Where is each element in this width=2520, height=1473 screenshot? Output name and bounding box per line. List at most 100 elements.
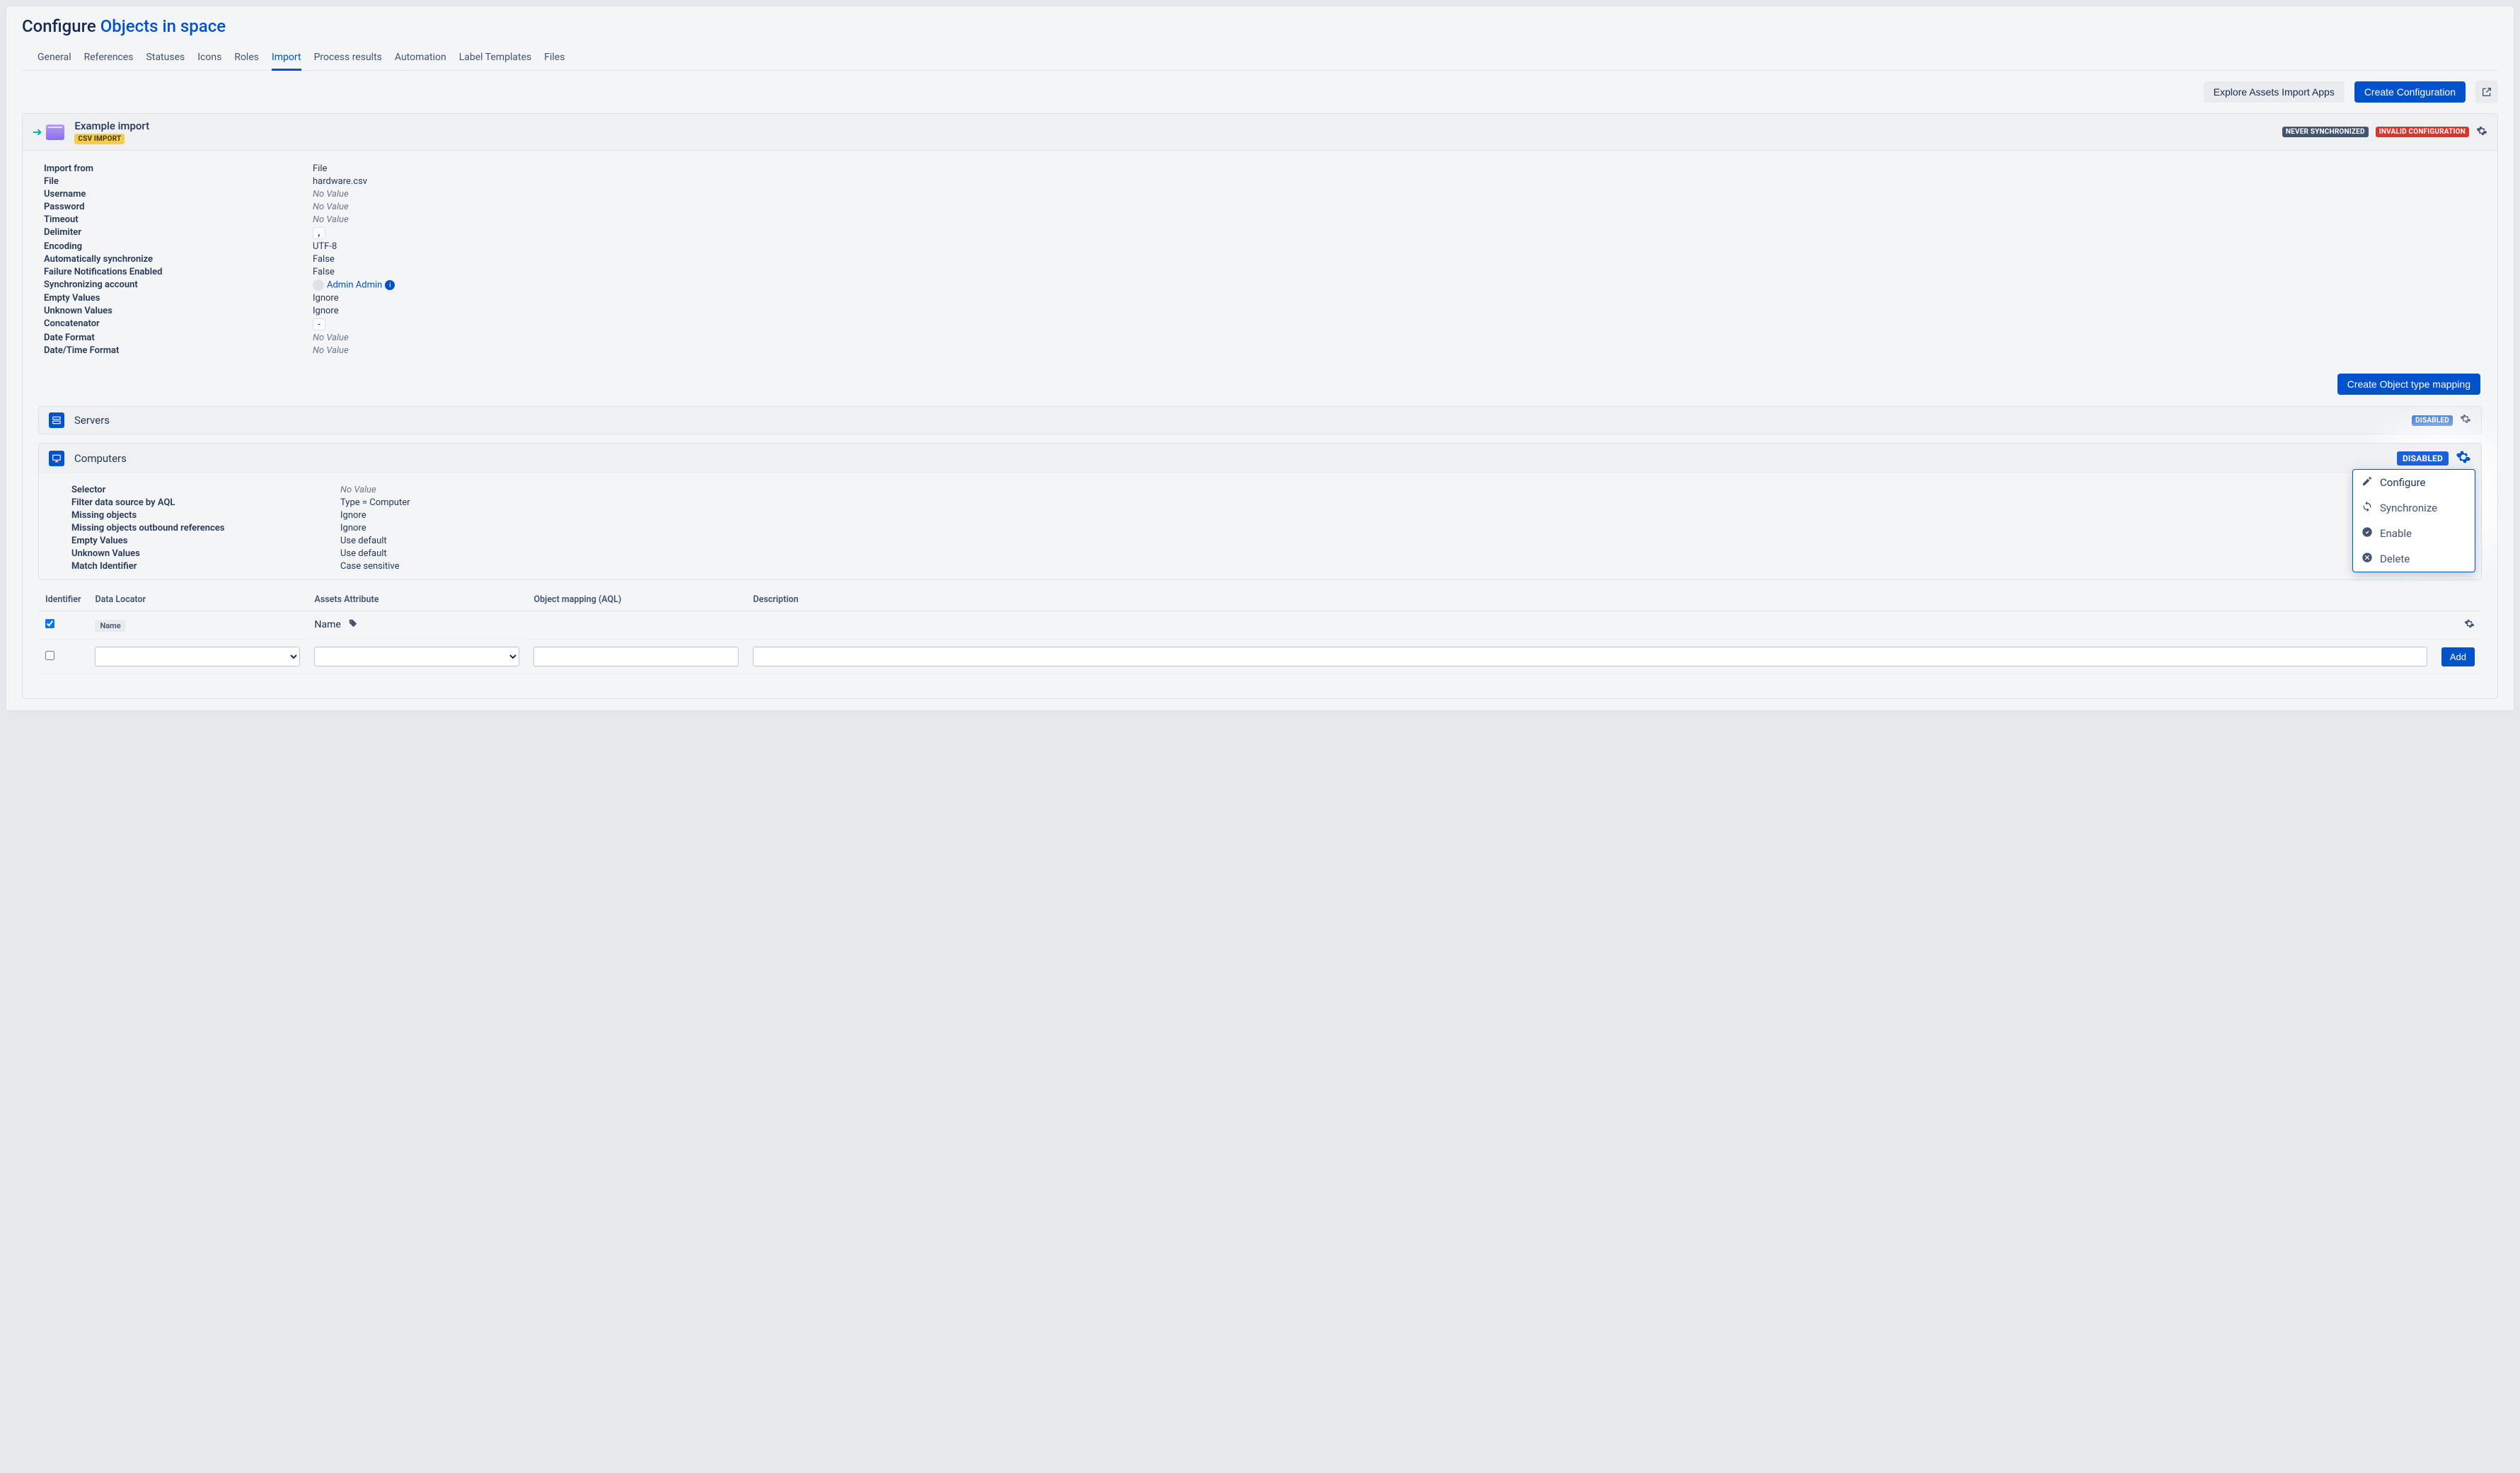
field-value: Ignore (340, 510, 366, 521)
field-row: TimeoutNo Value (44, 213, 2480, 226)
gear-icon[interactable] (2460, 413, 2471, 427)
field-label: Failure Notifications Enabled (44, 267, 313, 277)
field-label: Concatenator (44, 318, 313, 330)
assets-attribute-select[interactable] (314, 647, 519, 666)
title-prefix: Configure (22, 16, 96, 36)
field-row: Delimiter, (44, 226, 2480, 240)
col-assets-attribute: Assets Attribute (307, 589, 526, 611)
field-row: Concatenator- (44, 317, 2480, 331)
import-title-block: Example import CSV IMPORT (74, 120, 149, 144)
field-row: Automatically synchronizeFalse (44, 253, 2480, 265)
menu-item-enable[interactable]: Enable (2353, 521, 2475, 546)
toolbar: Explore Assets Import Apps Create Config… (6, 71, 2514, 113)
menu-item-delete[interactable]: Delete (2353, 546, 2475, 572)
field-row: Failure Notifications EnabledFalse (44, 265, 2480, 278)
field-label: Filter data source by AQL (71, 497, 340, 508)
info-icon[interactable]: i (385, 280, 395, 290)
user-link[interactable]: Admin Admin (327, 279, 382, 290)
field-value: Ignore (313, 306, 339, 316)
tab-import[interactable]: Import (272, 47, 301, 71)
computers-section-content: SelectorNo ValueFilter data source by AQ… (38, 473, 2482, 580)
tab-statuses[interactable]: Statuses (146, 47, 185, 70)
field-row: UsernameNo Value (44, 187, 2480, 200)
field-value: No Value (313, 214, 349, 225)
attribute-mapping-table: Identifier Data Locator Assets Attribute… (38, 589, 2482, 674)
menu-item-configure[interactable]: Configure (2353, 470, 2475, 495)
tab-roles[interactable]: Roles (234, 47, 259, 70)
servers-section-header[interactable]: Servers DISABLED (38, 406, 2482, 434)
field-label: Password (44, 202, 313, 212)
field-value: No Value (340, 485, 376, 495)
explore-apps-button[interactable]: Explore Assets Import Apps (2204, 81, 2345, 103)
field-label: Date Format (44, 333, 313, 343)
menu-item-label: Delete (2380, 553, 2410, 565)
table-row: Name Name (38, 611, 2482, 640)
field-value: Case sensitive (340, 561, 400, 572)
tab-icons[interactable]: Icons (197, 47, 221, 70)
field-label: Match Identifier (71, 561, 340, 572)
import-panel-header: ➔ Example import CSV IMPORT NEVER SYNCHR… (23, 114, 2497, 151)
import-type-lozenge: CSV IMPORT (74, 134, 125, 144)
menu-item-label: Enable (2380, 527, 2412, 540)
tab-references[interactable]: References (84, 47, 134, 70)
field-label: File (44, 176, 313, 187)
data-locator-chip: Name (95, 620, 125, 632)
field-value: No Value (313, 333, 349, 343)
field-value: Type = Computer (340, 497, 410, 508)
identifier-checkbox[interactable] (45, 619, 54, 628)
description-input[interactable] (753, 647, 2427, 666)
gear-icon[interactable] (2464, 620, 2475, 632)
tab-process-results[interactable]: Process results (314, 47, 382, 70)
identifier-checkbox[interactable] (45, 651, 54, 660)
field-value: hardware.csv (313, 176, 367, 187)
import-box-icon: ➔ (33, 125, 64, 140)
menu-item-synchronize[interactable]: Synchronize (2353, 495, 2475, 521)
field-label: Missing objects (71, 510, 340, 521)
field-label: Missing objects outbound references (71, 523, 340, 533)
field-value: , (313, 227, 325, 239)
col-description: Description (746, 589, 2434, 611)
field-value: No Value (313, 189, 349, 200)
field-label: Timeout (44, 214, 313, 225)
field-value: Use default (340, 548, 387, 559)
tab-label-templates[interactable]: Label Templates (459, 47, 532, 70)
assets-attribute-value: Name (314, 619, 340, 630)
open-external-icon[interactable] (2475, 81, 2498, 103)
field-row: Import fromFile (44, 162, 2480, 175)
title-schema-name: Objects in space (100, 16, 226, 36)
invalid-configuration-lozenge: INVALID CONFIGURATION (2376, 127, 2469, 137)
add-button[interactable]: Add (2441, 647, 2475, 666)
attribute-mapping-table-wrap: Identifier Data Locator Assets Attribute… (38, 589, 2482, 683)
check-icon (2362, 526, 2373, 541)
tab-files[interactable]: Files (544, 47, 565, 70)
object-mapping-input[interactable] (533, 647, 739, 666)
field-label: Selector (71, 485, 340, 495)
field-row: Unknown ValuesUse default (71, 547, 2461, 560)
tab-automation[interactable]: Automation (395, 47, 446, 70)
tab-general[interactable]: General (37, 47, 71, 70)
data-locator-select[interactable] (95, 647, 300, 666)
never-synchronized-lozenge: NEVER SYNCHRONIZED (2282, 127, 2369, 137)
field-label: Delimiter (44, 227, 313, 239)
field-label: Empty Values (44, 293, 313, 304)
gear-icon[interactable] (2456, 449, 2471, 468)
computers-settings-menu: Configure Synchronize Enable Delete (2352, 469, 2475, 572)
edit-icon (2362, 475, 2373, 490)
field-label: Import from (44, 163, 313, 174)
field-row: Unknown ValuesIgnore (44, 304, 2480, 317)
field-row: Date/Time FormatNo Value (44, 344, 2480, 357)
gear-icon[interactable] (2476, 125, 2487, 139)
field-value: Ignore (313, 293, 339, 304)
create-object-type-mapping-button[interactable]: Create Object type mapping (2337, 374, 2480, 395)
table-row-new: Add (38, 640, 2482, 674)
import-name: Example import (74, 120, 149, 132)
computer-icon (49, 451, 64, 466)
create-configuration-button[interactable]: Create Configuration (2354, 81, 2466, 103)
delete-icon (2362, 552, 2373, 566)
package-icon (46, 125, 64, 140)
field-value: - (313, 318, 325, 330)
tag-icon (348, 618, 358, 631)
computers-section-header[interactable]: Computers DISABLED (38, 443, 2482, 473)
field-value: Ignore (340, 523, 366, 533)
menu-item-label: Configure (2380, 476, 2426, 489)
